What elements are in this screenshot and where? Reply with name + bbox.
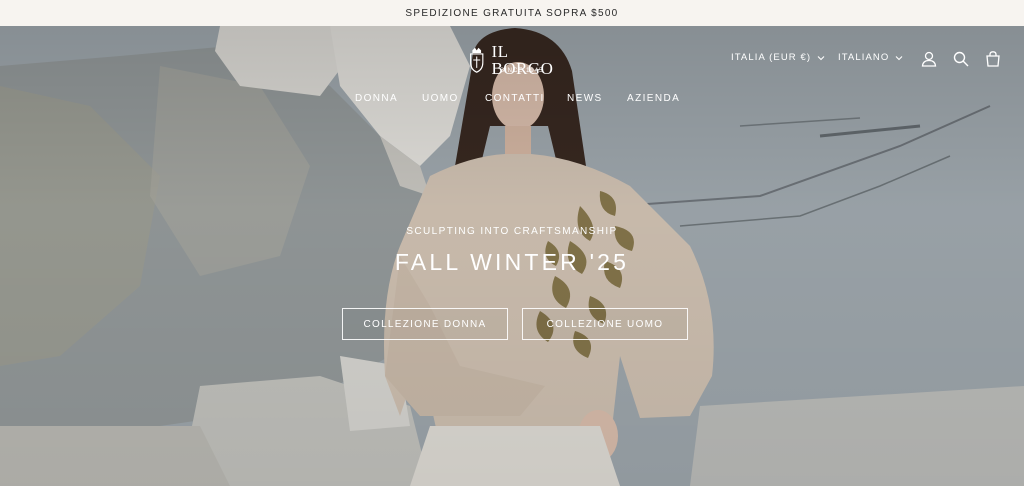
crest-icon — [470, 47, 484, 73]
hero-content: SCULPTING INTO CRAFTSMANSHIP FALL WINTER… — [0, 226, 1024, 276]
account-icon[interactable] — [920, 50, 938, 68]
brand-logo[interactable]: IL BORGO SINCE 1945 — [468, 40, 564, 80]
search-icon[interactable] — [952, 50, 970, 68]
announcement-text: SPEDIZIONE GRATUITA SOPRA $500 — [405, 7, 619, 19]
nav-item-azienda[interactable]: AZIENDA — [627, 93, 680, 104]
collezione-donna-button[interactable]: COLLEZIONE DONNA — [342, 308, 508, 340]
language-label: ITALIANO — [838, 52, 890, 63]
chevron-down-icon — [896, 55, 903, 60]
bag-icon[interactable] — [984, 50, 1002, 68]
announcement-bar: SPEDIZIONE GRATUITA SOPRA $500 — [0, 0, 1024, 26]
nav-item-donna[interactable]: DONNA — [355, 93, 398, 104]
site-header: IL BORGO SINCE 1945 DONNA UOMO CONTATTI … — [0, 26, 1024, 126]
nav-item-uomo[interactable]: UOMO — [422, 93, 459, 104]
brand-tagline: SINCE 1945 — [500, 68, 544, 74]
hero-banner[interactable]: IL BORGO SINCE 1945 DONNA UOMO CONTATTI … — [0, 26, 1024, 486]
language-selector[interactable]: ITALIANO — [838, 52, 903, 63]
country-label: ITALIA (EUR €) — [731, 52, 812, 63]
nav-item-contatti[interactable]: CONTATTI — [485, 93, 545, 104]
chevron-down-icon — [817, 55, 825, 60]
hero-kicker: SCULPTING INTO CRAFTSMANSHIP — [406, 226, 618, 237]
country-selector[interactable]: ITALIA (EUR €) — [731, 52, 825, 63]
collezione-uomo-button[interactable]: COLLEZIONE UOMO — [522, 308, 688, 340]
hero-headline: FALL WINTER '25 — [394, 249, 630, 275]
nav-item-news[interactable]: NEWS — [567, 93, 603, 104]
